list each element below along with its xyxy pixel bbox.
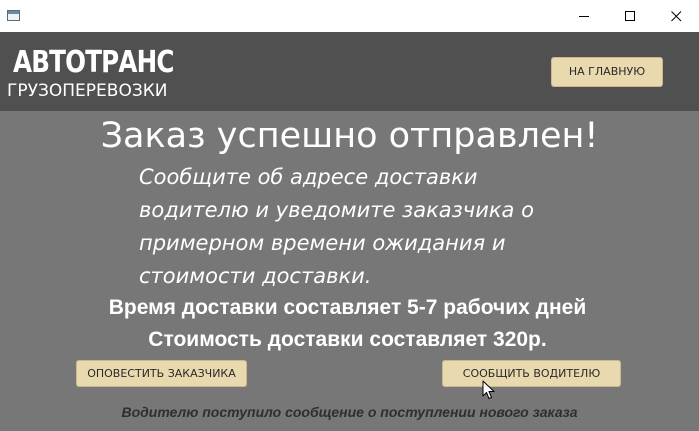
instruction-message: Сообщите об адресе доставки водителю и у… <box>139 165 534 288</box>
notify-driver-button[interactable]: СООБЩИТЬ ВОДИТЕЛЮ <box>442 360 621 387</box>
minimize-button[interactable] <box>561 0 607 32</box>
maximize-button[interactable] <box>607 0 653 32</box>
status-message: Водителю поступило сообщение о поступлен… <box>121 404 578 420</box>
title-bar <box>0 0 699 32</box>
page-title: Заказ успешно отправлен! <box>100 116 599 156</box>
close-button[interactable] <box>653 0 699 32</box>
logo-title: АВТОТРАНС <box>13 45 174 80</box>
app-window-icon <box>7 10 20 21</box>
header: АВТОТРАНС ГРУЗОПЕРЕВОЗКИ НА ГЛАВНУЮ <box>0 32 699 111</box>
home-button[interactable]: НА ГЛАВНУЮ <box>551 57 663 87</box>
minimize-icon <box>579 16 589 17</box>
delivery-time-text: Время доставки составляет 5-7 рабочих дн… <box>108 296 587 319</box>
mouse-cursor-icon <box>482 380 495 399</box>
logo-subtitle: ГРУЗОПЕРЕВОЗКИ <box>7 81 168 101</box>
notify-customer-button[interactable]: ОПОВЕСТИТЬ ЗАКАЗЧИКА <box>76 360 247 387</box>
app-window: АВТОТРАНС ГРУЗОПЕРЕВОЗКИ НА ГЛАВНУЮ Зака… <box>0 0 699 431</box>
close-icon <box>671 11 682 22</box>
delivery-cost-text: Стоимость доставки составляет 320р. <box>148 328 547 351</box>
maximize-icon <box>625 11 635 21</box>
